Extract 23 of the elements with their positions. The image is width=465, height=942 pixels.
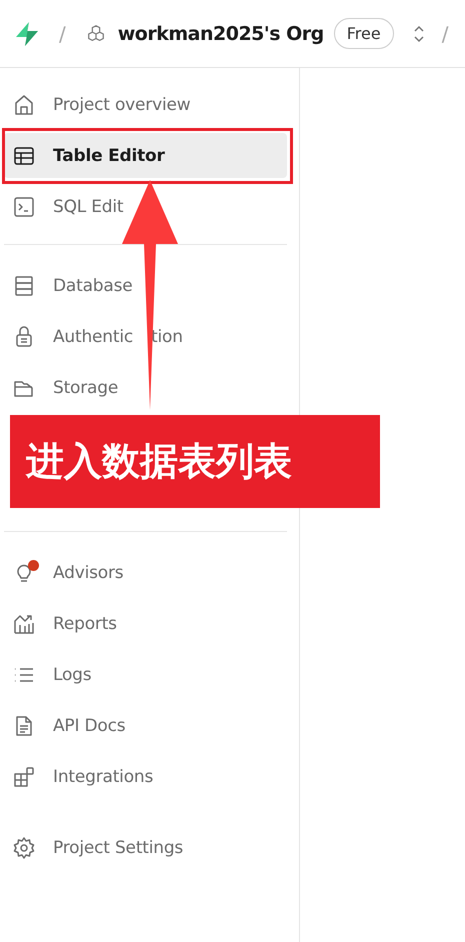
sidebar-item[interactable]: SQL Edit — [4, 184, 287, 229]
breadcrumb-separator: / — [59, 22, 66, 46]
settings-icon — [12, 836, 36, 860]
label-fragment: tion — [151, 326, 183, 346]
cubes-icon — [86, 24, 106, 44]
sidebar-item[interactable]: Integrations — [4, 754, 287, 799]
sidebar-item[interactable]: Database — [4, 263, 287, 308]
sidebar-item[interactable]: Advisors — [4, 550, 287, 595]
organization-name[interactable]: workman2025's Org — [118, 22, 324, 44]
plan-badge: Free — [334, 18, 394, 49]
sidebar-item[interactable]: Authentic tion — [4, 314, 287, 359]
sidebar-item[interactable]: Logs — [4, 652, 287, 697]
sidebar-item[interactable]: Reports — [4, 601, 287, 646]
logo-icon[interactable] — [13, 20, 41, 48]
terminal-icon — [12, 194, 36, 218]
annotation-banner: 进入数据表列表 — [10, 415, 380, 508]
sidebar-item[interactable]: Storage — [4, 365, 287, 410]
sidebar-item[interactable]: Project overview — [4, 82, 287, 127]
sidebar-item[interactable]: Table Editor — [4, 133, 287, 178]
sidebar-item[interactable]: API Docs — [4, 703, 287, 748]
blocks-icon — [12, 764, 36, 788]
breadcrumb-separator: / — [442, 22, 448, 46]
sidebar-item[interactable]: Project Settings — [4, 825, 287, 870]
